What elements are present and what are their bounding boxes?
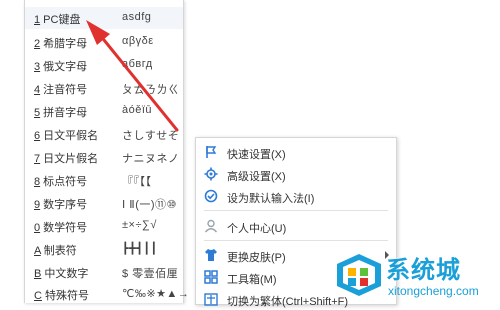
watermark: 系统城 xitongcheng.com xyxy=(330,250,500,303)
watermark-logo-icon xyxy=(337,254,381,296)
watermark-title: 系统城 xyxy=(386,257,461,284)
watermark-url: xitongcheng.com xyxy=(388,284,479,298)
